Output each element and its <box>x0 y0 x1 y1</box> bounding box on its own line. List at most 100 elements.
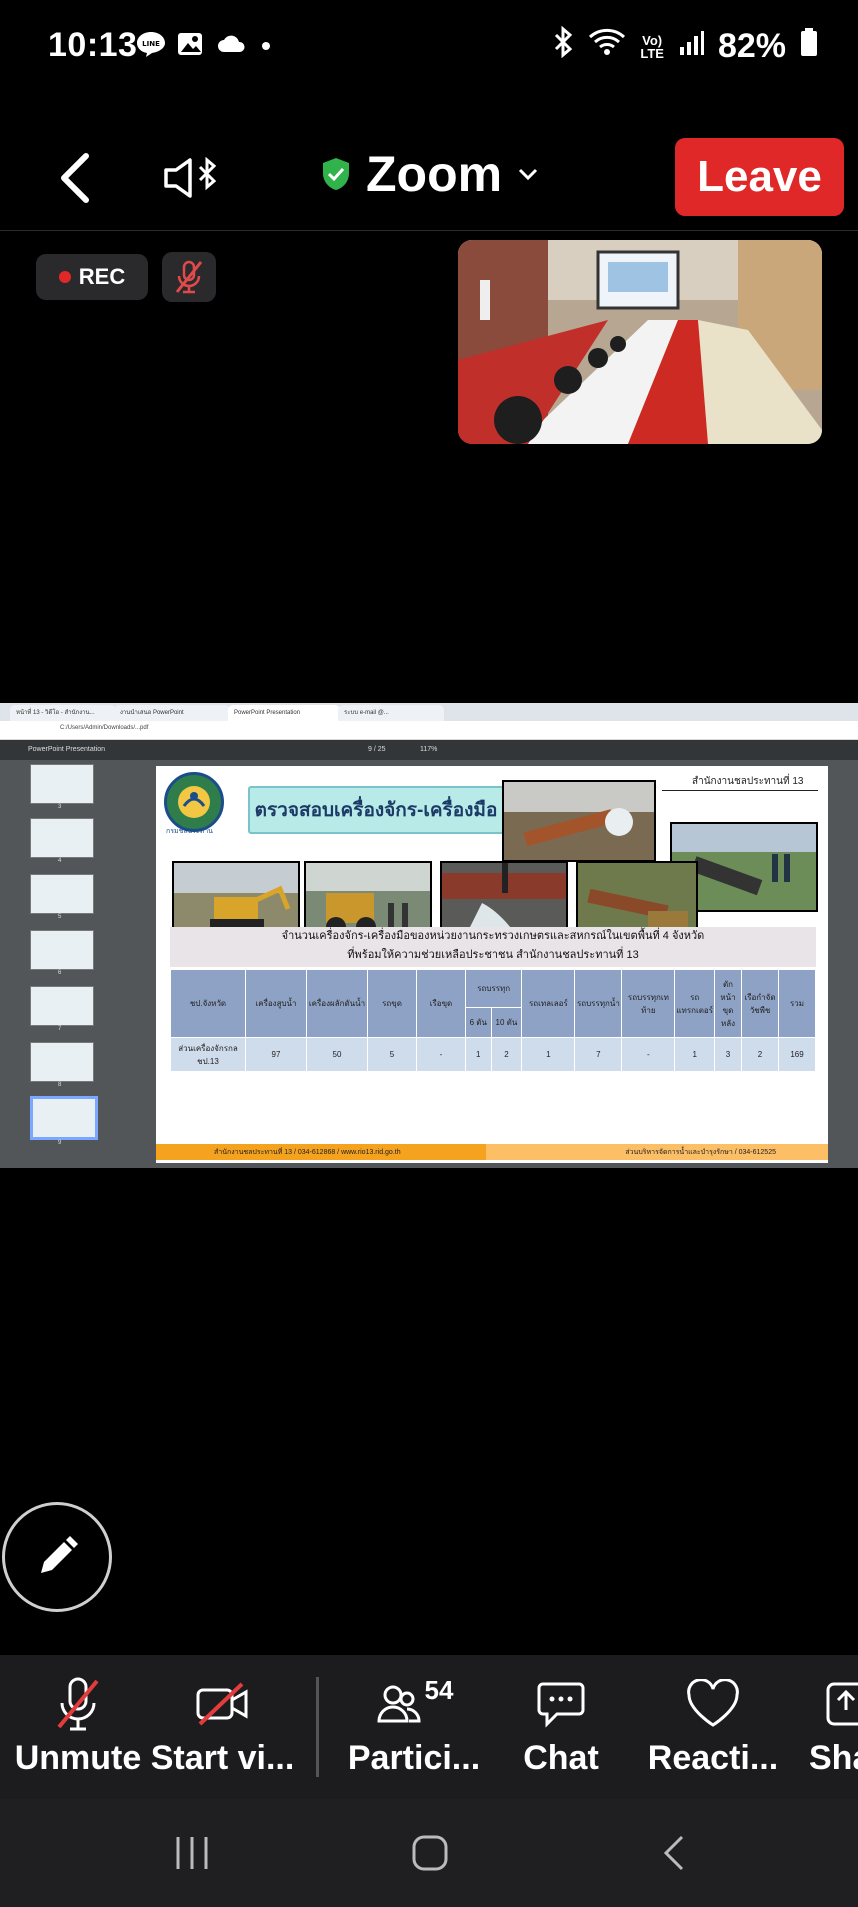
back-arrow-icon <box>663 1835 684 1871</box>
table-title-line1: จำนวนเครื่องจักร-เครื่องมือของหน่วยงานกร… <box>281 930 705 942</box>
meeting-title[interactable]: Zoom <box>320 145 540 203</box>
video-off-icon <box>196 1682 247 1726</box>
participant-video-tile[interactable] <box>458 240 822 444</box>
table-cell: 7 <box>574 1037 623 1072</box>
recents-button[interactable] <box>172 1833 212 1878</box>
thumbnail[interactable] <box>30 1042 94 1082</box>
unmute-button[interactable]: Unmute <box>8 1655 148 1799</box>
table-cell: 3 <box>714 1037 742 1072</box>
mic-muted-icon <box>175 260 203 294</box>
table-cell: - <box>416 1037 466 1072</box>
battery-percent: 82% <box>717 27 786 65</box>
signal-icon <box>678 27 704 66</box>
thumbnail-number: 5 <box>58 914 62 920</box>
table-header: รถบรรทุก <box>464 969 523 1008</box>
status-time: 10:13 <box>48 26 138 64</box>
logo-caption: กรมชลประทาน <box>166 828 213 835</box>
thumbnail-selected[interactable] <box>30 1096 98 1140</box>
volte-label: Vo) <box>642 32 663 48</box>
table-header: เครื่องผลักดันน้ำ <box>306 969 368 1038</box>
reactions-button[interactable]: Reacti... <box>638 1655 788 1799</box>
shield-check-icon <box>323 158 349 190</box>
slide-org-name: สำนักงานชลประทานที่ 13 <box>692 776 804 787</box>
chevron-down-icon <box>519 168 538 181</box>
table-header: เรือกำจัดวัชพืช <box>741 969 779 1038</box>
conference-room-image <box>458 240 822 444</box>
wifi-icon <box>588 27 626 66</box>
speaker-bluetooth-icon <box>164 156 217 198</box>
line-app-icon: LINE <box>136 30 166 58</box>
battery-icon <box>800 27 818 66</box>
slide-page: สำนักงานชลประทานที่ 13 กรมชลประทาน ตรวจส… <box>156 766 828 1163</box>
thumbnail-number: 4 <box>58 858 62 864</box>
thumbnail[interactable] <box>30 874 94 914</box>
browser-tab[interactable]: งานนำเสนอ PowerPoint <box>114 705 230 721</box>
reactions-label: Reacti... <box>647 1739 779 1777</box>
mic-off-icon <box>57 1677 99 1731</box>
table-subheader: 10 ตัน <box>490 1007 523 1038</box>
pencil-icon <box>41 1536 78 1573</box>
participants-icon <box>377 1685 421 1723</box>
thumbnail-number: 8 <box>58 1082 62 1088</box>
nav-back-button[interactable] <box>656 1833 696 1878</box>
table-cell: 1 <box>465 1037 492 1072</box>
header-divider <box>0 230 858 231</box>
thumbnail-number: 9 <box>58 1140 62 1146</box>
browser-tab[interactable]: ระบบ e-mail @... <box>338 705 444 721</box>
thumbnail[interactable] <box>30 986 94 1026</box>
share-button[interactable]: Sha <box>806 1655 858 1799</box>
speaker-bluetooth-button[interactable] <box>160 150 224 206</box>
table-header: รถบรรทุกเทท้าย <box>621 969 676 1038</box>
table-cell: 97 <box>245 1037 307 1072</box>
address-text: C:/Users/Admin/Downloads/...pdf <box>60 725 149 731</box>
pdf-toolbar: PowerPoint Presentation 9 / 25 117% <box>0 740 858 760</box>
annotate-button[interactable] <box>2 1502 112 1612</box>
meeting-toolbar: Unmute Start vi... 54 Partici... Chat Re… <box>0 1655 858 1799</box>
share-screen-icon <box>826 1682 858 1726</box>
table-header: ตักหน้าขุดหลัง <box>714 969 742 1038</box>
chat-icon <box>537 1682 585 1728</box>
thumbnail-number: 6 <box>58 970 62 976</box>
table-header: เครื่องสูบน้ำ <box>245 969 307 1038</box>
slide-footer: สำนักงานชลประทานที่ 13 / 034-612868 / ww… <box>156 1144 828 1160</box>
home-button[interactable] <box>410 1833 450 1878</box>
pdf-thumbnail-sidebar[interactable]: 3 4 5 6 7 8 9 <box>0 760 128 1168</box>
browser-tab[interactable]: หน้าที่ 13 - วิดีโอ - สำนักงาน... <box>10 705 116 721</box>
volte-icon: Vo) LTE <box>640 34 664 60</box>
machinery-table: ชป.จังหวัด เครื่องสูบน้ำ เครื่องผลักดันน… <box>170 969 816 1072</box>
shared-screen[interactable]: หน้าที่ 13 - วิดีโอ - สำนักงาน... งานนำเ… <box>0 703 858 1168</box>
table-cell: 50 <box>306 1037 368 1072</box>
divider <box>662 790 818 791</box>
thumbnail[interactable] <box>30 818 94 858</box>
start-video-button[interactable]: Start vi... <box>150 1655 295 1799</box>
back-button[interactable] <box>52 150 102 206</box>
zoom-value[interactable]: 117% <box>420 746 437 753</box>
notification-icons: LINE <box>136 30 286 58</box>
footer-left-text: สำนักงานชลประทานที่ 13 / 034-612868 / ww… <box>214 1149 401 1156</box>
thumbnail[interactable] <box>30 764 94 804</box>
table-row-label: ส่วนเครื่องจักรกล ชป.13 <box>170 1037 246 1072</box>
thumbnail-number: 3 <box>58 804 62 810</box>
leave-button[interactable]: Leave <box>675 138 844 216</box>
page-indicator[interactable]: 9 / 25 <box>368 746 386 753</box>
table-header: รถบรรทุกน้ำ <box>574 969 623 1038</box>
table-header: รวม <box>778 969 816 1038</box>
participants-button[interactable]: 54 Partici... <box>340 1655 488 1799</box>
recording-badge: REC <box>36 254 148 300</box>
share-label: Sha <box>809 1739 858 1777</box>
browser-tab-active[interactable]: PowerPoint Presentation <box>228 705 340 721</box>
participants-count: 54 <box>424 1675 454 1705</box>
chat-label: Chat <box>523 1739 599 1777</box>
table-cell: 1 <box>521 1037 576 1072</box>
unmute-label: Unmute <box>14 1739 142 1777</box>
lte-label: LTE <box>640 45 664 61</box>
chat-button[interactable]: Chat <box>510 1655 612 1799</box>
table-header: รถขุด <box>367 969 417 1038</box>
status-right: Vo) LTE 82% <box>552 25 818 67</box>
thumbnail[interactable] <box>30 930 94 970</box>
table-cell: 169 <box>778 1037 816 1072</box>
home-icon <box>412 1835 448 1871</box>
meeting-title-text: Zoom <box>366 146 503 202</box>
table-subheader: 6 ตัน <box>465 1007 492 1038</box>
recents-icon <box>176 1837 208 1869</box>
